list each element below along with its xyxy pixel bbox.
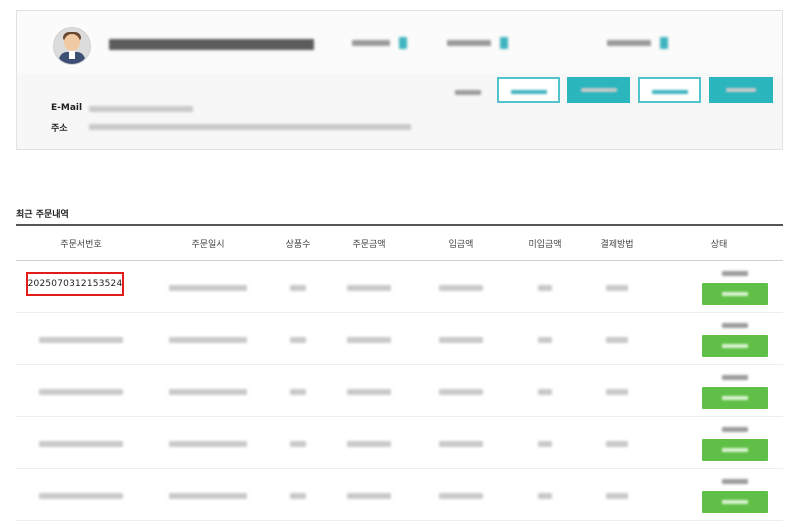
header-order-date: 주문일시 — [191, 240, 225, 250]
status-button[interactable] — [702, 439, 768, 461]
user-avatar-icon — [53, 27, 91, 65]
header-unpaid-amount: 미입금액 — [528, 240, 562, 250]
status-button[interactable] — [702, 491, 768, 513]
order-date-redacted — [169, 337, 247, 343]
payment-method-redacted — [606, 441, 628, 447]
status-label-redacted — [722, 271, 748, 276]
order-amount-redacted — [347, 285, 391, 291]
order-number-redacted[interactable] — [39, 389, 123, 395]
unpaid-amount-redacted — [538, 337, 552, 343]
order-amount-redacted — [347, 389, 391, 395]
member-stat-2 — [447, 37, 527, 51]
action-button-3[interactable] — [638, 77, 701, 103]
item-count-redacted — [290, 441, 306, 447]
address-value-redacted — [89, 124, 411, 130]
action-button-2[interactable] — [567, 77, 630, 103]
email-label: E-Mail — [51, 103, 83, 113]
status-label-redacted — [722, 427, 748, 432]
order-date-redacted — [169, 389, 247, 395]
header-status: 상태 — [710, 240, 728, 250]
header-order-amount: 주문금액 — [352, 240, 386, 250]
item-count-redacted — [290, 337, 306, 343]
table-row[interactable]: 2025070312153524 — [16, 261, 783, 313]
unpaid-amount-redacted — [538, 493, 552, 499]
status-cell — [702, 425, 768, 461]
order-number-link[interactable]: 2025070312153524 — [26, 272, 124, 296]
member-info-panel: E-Mail 주소 — [16, 10, 783, 150]
order-amount-redacted — [347, 493, 391, 499]
payment-method-redacted — [606, 337, 628, 343]
recent-orders-title: 최근 주문내역 — [16, 210, 69, 220]
payment-method-redacted — [606, 285, 628, 291]
header-payment-method: 결제방법 — [600, 240, 634, 250]
unpaid-amount-redacted — [538, 389, 552, 395]
member-stat-1 — [352, 37, 412, 51]
order-amount-redacted — [347, 337, 391, 343]
action-caption-redacted — [455, 90, 481, 95]
table-row[interactable] — [16, 313, 783, 365]
table-header: 주문서번호 주문일시 상품수 주문금액 입금액 미입금액 결제방법 상태 — [16, 224, 783, 261]
order-date-redacted — [169, 493, 247, 499]
status-cell — [702, 269, 768, 305]
paid-amount-redacted — [439, 337, 483, 343]
status-label-redacted — [722, 479, 748, 484]
paid-amount-redacted — [439, 493, 483, 499]
status-button[interactable] — [702, 387, 768, 409]
status-label-redacted — [722, 375, 748, 380]
order-number-redacted[interactable] — [39, 441, 123, 447]
order-date-redacted — [169, 441, 247, 447]
unpaid-amount-redacted — [538, 285, 552, 291]
table-row[interactable] — [16, 417, 783, 469]
paid-amount-redacted — [439, 389, 483, 395]
member-stat-3 — [607, 37, 677, 51]
status-button[interactable] — [702, 283, 768, 305]
order-date-redacted — [169, 285, 247, 291]
status-label-redacted — [722, 323, 748, 328]
order-number-redacted[interactable] — [39, 337, 123, 343]
table-row[interactable] — [16, 365, 783, 417]
order-amount-redacted — [347, 441, 391, 447]
status-button[interactable] — [702, 335, 768, 357]
action-button-1[interactable] — [497, 77, 560, 103]
header-item-count: 상품수 — [285, 240, 311, 250]
recent-orders-table: 주문서번호 주문일시 상품수 주문금액 입금액 미입금액 결제방법 상태 202… — [16, 224, 783, 521]
header-order-number: 주문서번호 — [60, 240, 102, 250]
email-value-redacted — [89, 106, 193, 112]
status-cell — [702, 321, 768, 357]
unpaid-amount-redacted — [538, 441, 552, 447]
paid-amount-redacted — [439, 285, 483, 291]
member-name-redacted — [109, 39, 314, 50]
status-cell — [702, 477, 768, 513]
item-count-redacted — [290, 493, 306, 499]
order-number-redacted[interactable] — [39, 493, 123, 499]
table-row[interactable] — [16, 469, 783, 521]
item-count-redacted — [290, 285, 306, 291]
item-count-redacted — [290, 389, 306, 395]
action-button-4[interactable] — [709, 77, 773, 103]
paid-amount-redacted — [439, 441, 483, 447]
header-paid-amount: 입금액 — [448, 240, 474, 250]
address-label: 주소 — [51, 124, 68, 134]
status-cell — [702, 373, 768, 409]
payment-method-redacted — [606, 389, 628, 395]
payment-method-redacted — [606, 493, 628, 499]
